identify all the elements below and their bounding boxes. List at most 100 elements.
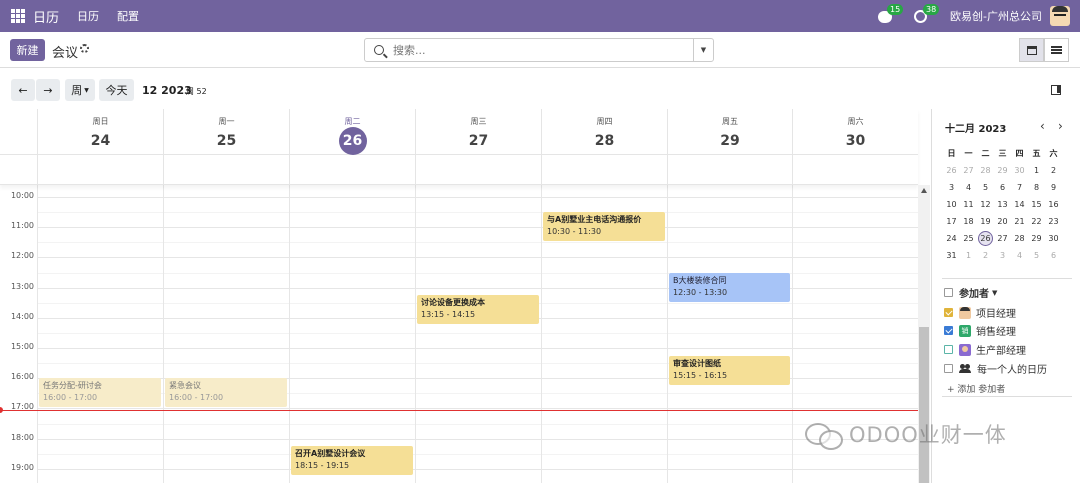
mini-day[interactable]: 20	[994, 217, 1011, 226]
mini-day[interactable]: 26	[943, 166, 960, 175]
mini-day[interactable]: 7	[1011, 183, 1028, 192]
mini-day[interactable]: 6	[1045, 251, 1062, 260]
mini-day[interactable]: 3	[994, 251, 1011, 260]
mini-day[interactable]: 5	[977, 183, 994, 192]
company-switcher[interactable]: 欧易创-广州总公司	[950, 8, 1042, 24]
calendar-event[interactable]: 审查设计图纸 15:15 - 16:15	[669, 355, 790, 385]
calendar-view-button[interactable]	[1019, 38, 1044, 62]
attendee-row[interactable]: 每一个人的日历	[944, 361, 1047, 376]
calendar-event[interactable]: 讨论设备更换成本 13:15 - 14:15	[417, 295, 539, 325]
mini-day[interactable]: 9	[1045, 183, 1062, 192]
scroll-thumb[interactable]	[919, 327, 929, 483]
mini-day[interactable]: 27	[994, 234, 1011, 243]
mini-day[interactable]: 30	[1011, 166, 1028, 175]
mini-calendar-title: 十二月 2023	[945, 124, 1007, 135]
calendar-event[interactable]: B大楼装修合同 12:30 - 13:30	[669, 272, 790, 302]
messages-icon[interactable]: 15	[878, 4, 904, 24]
mini-day[interactable]: 3	[943, 183, 960, 192]
mini-day[interactable]: 16	[1045, 200, 1062, 209]
attendee-checkbox[interactable]	[944, 364, 953, 373]
next-button[interactable]: →	[36, 79, 60, 101]
calendar-nav: ← → 周 ▼ 今天 12 2023 周 52	[0, 69, 1080, 109]
scale-dropdown[interactable]: 周 ▼	[65, 79, 95, 101]
today-button[interactable]: 今天	[99, 79, 134, 101]
mini-day[interactable]: 24	[943, 234, 960, 243]
mini-day[interactable]: 14	[1011, 200, 1028, 209]
mini-day[interactable]: 10	[943, 200, 960, 209]
mini-day[interactable]: 11	[960, 200, 977, 209]
calendar-event[interactable]: 与A别墅业主电话沟通报价 10:30 - 11:30	[543, 212, 665, 242]
user-avatar[interactable]	[1050, 6, 1070, 26]
new-button[interactable]: 新建	[10, 39, 45, 61]
attendees-all-checkbox[interactable]	[944, 288, 953, 297]
attendee-row[interactable]: 生产部经理	[944, 342, 1026, 357]
add-attendee-link[interactable]: + 添加 参加者	[947, 382, 1005, 395]
time-grid[interactable]: 10:00 11:00 12:00 13:00 14:00 15:00 16:00 17:00…	[0, 185, 918, 483]
attendees-header[interactable]: 参加者 ▼	[944, 285, 997, 300]
day-header[interactable]: 周三 27	[415, 109, 541, 185]
mini-day[interactable]: 2	[1045, 166, 1062, 175]
mini-day[interactable]: 4	[1011, 251, 1028, 260]
mini-day[interactable]: 2	[977, 251, 994, 260]
day-column-line	[289, 185, 290, 483]
menu-item-config[interactable]: 配置	[117, 8, 139, 24]
mini-day[interactable]: 8	[1028, 183, 1045, 192]
caret-down-icon: ▼	[992, 288, 998, 297]
mini-day[interactable]: 25	[960, 234, 977, 243]
mini-day[interactable]: 1	[960, 251, 977, 260]
mini-day[interactable]: 6	[994, 183, 1011, 192]
attendee-checkbox[interactable]	[944, 326, 953, 335]
mini-day[interactable]: 12	[977, 200, 994, 209]
attendee-checkbox[interactable]	[944, 308, 953, 317]
attendee-row[interactable]: 项目经理	[944, 305, 1016, 320]
event-time: 16:00 - 17:00	[169, 393, 224, 403]
mini-day[interactable]: 17	[943, 217, 960, 226]
mini-day[interactable]: 31	[943, 251, 960, 260]
mini-day[interactable]: 15	[1028, 200, 1045, 209]
day-header[interactable]: 周一 25	[163, 109, 289, 185]
day-header[interactable]: 周六 30	[792, 109, 918, 185]
mini-weekday: 六	[1049, 149, 1058, 158]
mini-day[interactable]: 28	[1011, 234, 1028, 243]
menu-item-calendar[interactable]: 日历	[77, 8, 99, 24]
mini-day[interactable]: 29	[1028, 234, 1045, 243]
app-name[interactable]: 日历	[33, 7, 59, 26]
day-header[interactable]: 周二 26	[289, 109, 415, 185]
mini-day[interactable]: 22	[1028, 217, 1045, 226]
apps-menu-icon[interactable]	[11, 9, 25, 23]
gear-icon[interactable]	[80, 44, 89, 53]
mini-day[interactable]: 4	[960, 183, 977, 192]
mini-day[interactable]: 29	[994, 166, 1011, 175]
list-view-button[interactable]	[1044, 38, 1069, 62]
day-header[interactable]: 周日 24	[37, 109, 163, 185]
attendee-row[interactable]: 销 销售经理	[944, 323, 1016, 338]
mini-day[interactable]: 19	[977, 217, 994, 226]
date-label: 12 2023	[142, 84, 192, 97]
mini-day[interactable]: 1	[1028, 166, 1045, 175]
users-icon	[959, 363, 971, 374]
day-header[interactable]: 周五 29	[667, 109, 792, 185]
mini-day-today[interactable]: 26	[978, 231, 993, 246]
mini-day[interactable]: 21	[1011, 217, 1028, 226]
calendar-event[interactable]: 紧急会议 16:00 - 17:00	[165, 378, 287, 408]
mini-day[interactable]: 27	[960, 166, 977, 175]
mini-day[interactable]: 30	[1045, 234, 1062, 243]
mini-day[interactable]: 5	[1028, 251, 1045, 260]
day-header[interactable]: 周四 28	[541, 109, 667, 185]
sidebar-toggle-icon[interactable]	[1051, 85, 1061, 95]
mini-day[interactable]: 28	[977, 166, 994, 175]
calendar-event[interactable]: 召开A别墅设计会议 18:15 - 19:15	[291, 446, 413, 476]
day-number: 29	[720, 133, 740, 149]
mini-day[interactable]: 23	[1045, 217, 1062, 226]
mini-day[interactable]: 18	[960, 217, 977, 226]
calendar-event[interactable]: 任务分配-研讨会 16:00 - 17:00	[39, 378, 161, 408]
chevron-left-icon[interactable]: ‹	[1040, 119, 1045, 133]
search-input[interactable]	[393, 43, 683, 57]
activities-icon[interactable]: 38	[914, 4, 940, 24]
prev-button[interactable]: ←	[11, 79, 35, 101]
search-options-toggle[interactable]: ▼	[693, 39, 713, 61]
attendee-checkbox[interactable]	[944, 345, 953, 354]
chevron-right-icon[interactable]: ›	[1058, 119, 1063, 133]
mini-day[interactable]: 13	[994, 200, 1011, 209]
scroll-up-icon[interactable]	[921, 188, 927, 193]
